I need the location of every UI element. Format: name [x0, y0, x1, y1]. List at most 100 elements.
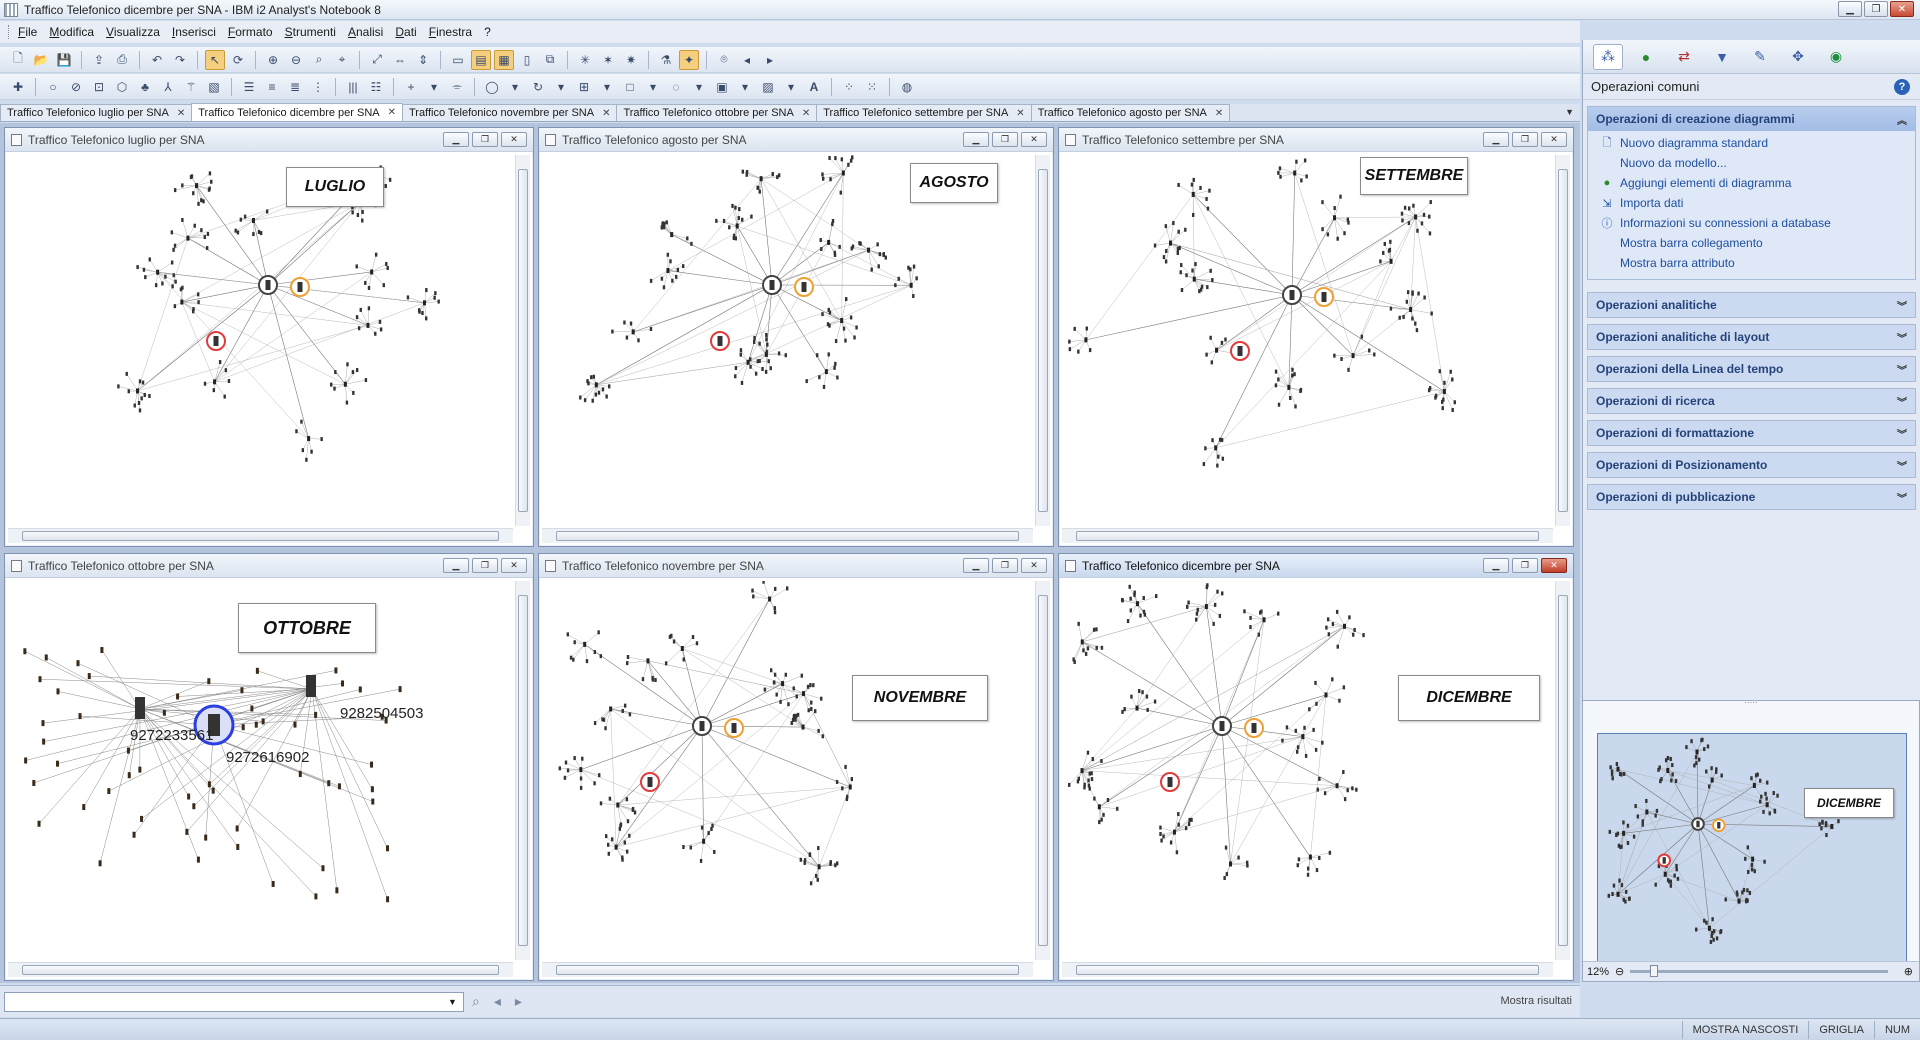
search-input[interactable]: [4, 992, 464, 1012]
save-icon[interactable]: 💾: [54, 50, 74, 70]
chevron-down-icon[interactable]: ▼: [448, 997, 457, 1007]
merge-icon[interactable]: ⧉: [540, 50, 560, 70]
horizontal-scrollbar[interactable]: [542, 528, 1033, 543]
menu-modifica[interactable]: Modifica: [49, 25, 94, 39]
minimize-button[interactable]: ▁: [443, 132, 469, 147]
fit-window-icon[interactable]: ⤢: [367, 50, 387, 70]
grid-select-icon[interactable]: ⁘: [839, 77, 859, 97]
chevron-down-icon[interactable]: ︾: [1897, 298, 1907, 313]
close-icon[interactable]: ✕: [177, 108, 185, 119]
chart-window-ottobre[interactable]: Traffico Telefonico ottobre per SNA ▁ ❐ ✕ …: [4, 553, 534, 981]
dropdown-icon[interactable]: ▾: [781, 77, 801, 97]
page-icon[interactable]: ▯: [517, 50, 537, 70]
minimize-button[interactable]: ▁: [1483, 558, 1509, 573]
tree-icon[interactable]: ♣: [135, 77, 155, 97]
chevron-down-icon[interactable]: ︾: [1897, 458, 1907, 473]
new-icon[interactable]: 🗋: [8, 50, 28, 70]
maximize-button[interactable]: ❐: [1864, 1, 1888, 17]
task-barra-attributo[interactable]: Mostra barra attributo: [1588, 253, 1915, 273]
overview-canvas[interactable]: DICEMBRE: [1597, 733, 1907, 963]
tab-novembre[interactable]: Traffico Telefonico novembre per SNA ✕: [402, 104, 618, 121]
export-icon[interactable]: ⇪: [89, 50, 109, 70]
chart-window-settembre[interactable]: Traffico Telefonico settembre per SNA ▁ ❐…: [1058, 127, 1574, 547]
redo-icon[interactable]: ↷: [170, 50, 190, 70]
chevron-down-icon[interactable]: ︾: [1897, 362, 1907, 377]
print-icon[interactable]: ⎙: [112, 50, 132, 70]
shape-circle-icon[interactable]: ◯: [482, 77, 502, 97]
dotted-circle-icon[interactable]: ◌: [666, 77, 686, 97]
distribute-icon[interactable]: ⋮: [308, 77, 328, 97]
close-icon[interactable]: ✕: [388, 107, 396, 118]
tab-dicembre[interactable]: Traffico Telefonico dicembre per SNA ✕: [191, 103, 403, 121]
chevron-up-icon[interactable]: ︽: [1897, 112, 1907, 127]
next-icon[interactable]: ▸: [515, 993, 522, 1010]
scroll-thumb[interactable]: [556, 531, 1019, 541]
close-icon[interactable]: ✕: [802, 108, 810, 119]
chevron-down-icon[interactable]: ︾: [1897, 394, 1907, 409]
zoom-in-icon[interactable]: ⊕: [263, 50, 283, 70]
zoom-out-icon[interactable]: ⊖: [1615, 965, 1624, 978]
cluster-icon[interactable]: ✶: [598, 50, 618, 70]
close-icon[interactable]: ✕: [1215, 108, 1223, 119]
network-icon[interactable]: ✷: [621, 50, 641, 70]
sheet-icon[interactable]: ▤: [471, 49, 491, 70]
align-top-icon[interactable]: ☰: [239, 77, 259, 97]
menu-dati[interactable]: Dati: [395, 25, 416, 39]
square-icon[interactable]: □: [620, 77, 640, 97]
restore-button[interactable]: ❐: [992, 558, 1018, 573]
menu-finestra[interactable]: Finestra: [429, 25, 472, 39]
status-grid[interactable]: GRIGLIA: [1808, 1020, 1874, 1039]
section-header[interactable]: Operazioni analitiche ︾: [1588, 293, 1915, 317]
horizontal-scrollbar[interactable]: [1062, 962, 1553, 977]
layout-icon[interactable]: ✥: [1783, 44, 1813, 70]
camera-icon[interactable]: ⌾: [714, 50, 734, 70]
close-button[interactable]: ✕: [1541, 132, 1567, 147]
box-icon[interactable]: ⊡: [89, 77, 109, 97]
grid-icon[interactable]: ▦: [494, 49, 514, 70]
vertical-scrollbar[interactable]: [1555, 155, 1570, 526]
chart-canvas[interactable]: OTTOBRE 9272233561 9272616902 9282504503: [8, 581, 513, 960]
close-button[interactable]: ✕: [1021, 132, 1047, 147]
tab-ottobre[interactable]: Traffico Telefonico ottobre per SNA ✕: [616, 104, 818, 121]
close-button[interactable]: ✕: [501, 132, 527, 147]
shape-icon[interactable]: ⬡: [112, 77, 132, 97]
wand-icon[interactable]: ⚚: [181, 77, 201, 97]
vertical-scrollbar[interactable]: [1035, 155, 1050, 526]
horizontal-scrollbar[interactable]: [8, 962, 513, 977]
filter-icon[interactable]: ▼: [1707, 44, 1737, 70]
section-header[interactable]: Operazioni di formattazione ︾: [1588, 421, 1915, 445]
window-icon[interactable]: ▭: [448, 50, 468, 70]
status-hidden[interactable]: MOSTRA NASCOSTI: [1681, 1020, 1809, 1039]
close-icon[interactable]: ✕: [1016, 108, 1024, 119]
task-nuovo-diagramma[interactable]: 🗋 Nuovo diagramma standard: [1588, 133, 1915, 153]
close-icon[interactable]: ✕: [602, 108, 610, 119]
horizontal-scrollbar[interactable]: [1062, 528, 1553, 543]
horizontal-scrollbar[interactable]: [542, 962, 1033, 977]
close-button[interactable]: ✕: [501, 558, 527, 573]
section-header[interactable]: Operazioni di ricerca ︾: [1588, 389, 1915, 413]
lasso-icon[interactable]: ⟳: [228, 50, 248, 70]
scroll-thumb[interactable]: [1038, 595, 1048, 946]
circle-slash-icon[interactable]: ⊘: [66, 77, 86, 97]
table-icon[interactable]: ⊞: [574, 77, 594, 97]
chart-icon[interactable]: ▧: [204, 77, 224, 97]
highlight-icon[interactable]: ✦: [679, 49, 699, 70]
menu-formato[interactable]: Formato: [228, 25, 273, 39]
common-tasks-icon[interactable]: ⁂: [1593, 43, 1623, 70]
tab-list-arrow-icon[interactable]: ▼: [1565, 107, 1574, 117]
dropdown-icon[interactable]: ▾: [505, 77, 525, 97]
dropdown-icon[interactable]: ▾: [551, 77, 571, 97]
zoom-knob[interactable]: [1650, 965, 1659, 977]
section-header[interactable]: Operazioni di pubblicazione ︾: [1588, 485, 1915, 509]
branch-icon[interactable]: ⅄: [158, 77, 178, 97]
plus-icon[interactable]: +: [401, 77, 421, 97]
task-importa-dati[interactable]: ⇲ Importa dati: [1588, 193, 1915, 213]
scroll-thumb[interactable]: [1038, 169, 1048, 512]
chevron-down-icon[interactable]: ︾: [1897, 490, 1907, 505]
chart-window-dicembre[interactable]: Traffico Telefonico dicembre per SNA ▁ ❐ ✕…: [1058, 553, 1574, 981]
chart-window-agosto[interactable]: Traffico Telefonico agosto per SNA ▁ ❐ ✕ A…: [538, 127, 1054, 547]
minimize-button[interactable]: ▁: [963, 558, 989, 573]
tab-luglio[interactable]: Traffico Telefonico luglio per SNA ✕: [0, 104, 193, 121]
close-button[interactable]: ✕: [1541, 558, 1567, 573]
section-header[interactable]: Operazioni della Linea del tempo ︾: [1588, 357, 1915, 381]
